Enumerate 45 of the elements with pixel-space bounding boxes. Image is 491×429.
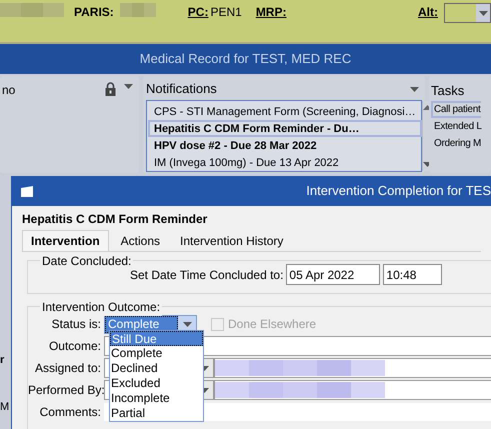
field-label: MRP:	[256, 4, 286, 21]
field-label: Outcome:	[48, 338, 102, 355]
notification-item[interactable]: Hepatitis C CDM Form Reminder - Du…	[148, 120, 422, 137]
task-item[interactable]: Extended L	[431, 118, 483, 135]
time-input[interactable]: 10:48	[383, 264, 442, 285]
tab[interactable]: Actions	[112, 230, 168, 251]
field-label: Status is:	[50, 316, 102, 333]
notification-item[interactable]: IM (Invega 100mg) - Due 13 Apr 2022	[148, 154, 422, 171]
dropdown-option[interactable]: Declined	[110, 361, 203, 376]
dialog-title: Intervention Completion for TES	[306, 182, 491, 200]
checkbox-label: Done Elsewhere	[228, 316, 316, 333]
field-label: PARIS:	[74, 4, 114, 21]
notification-item[interactable]: CPS - STI Management Form (Screening, Diagnosi…	[148, 103, 422, 120]
field-label: PC:	[188, 4, 208, 21]
dropdown-caret-icon	[124, 84, 133, 89]
truncated-text: r	[0, 353, 4, 368]
task-item[interactable]: Call patient	[431, 101, 482, 118]
notification-item[interactable]: HPV dose #2 - Due 28 Mar 2022	[148, 137, 422, 154]
field-label: Comments:	[38, 404, 102, 421]
dialog-heading: Hepatitis C CDM Form Reminder	[22, 211, 208, 228]
dropdown-option[interactable]: Partial	[110, 406, 203, 421]
panel-title: Tasks	[431, 82, 466, 97]
tab[interactable]: Intervention History	[172, 230, 292, 251]
alt-select[interactable]	[444, 3, 491, 23]
dropdown-caret-icon	[410, 86, 419, 92]
field-label: Performed By:	[28, 382, 104, 399]
dropdown-option[interactable]: Complete	[110, 346, 203, 361]
field-label: Alt:	[418, 4, 438, 21]
dropdown-option[interactable]: Incomplete	[110, 391, 203, 406]
field-value: PEN1	[210, 4, 242, 21]
date-input[interactable]: 05 Apr 2022	[286, 264, 380, 285]
window-title: Medical Record for TEST, MED REC	[140, 50, 352, 68]
dropdown-caret-icon	[478, 10, 488, 16]
tab[interactable]: Intervention	[22, 230, 109, 251]
window-icon	[20, 186, 34, 196]
blurred-text	[120, 3, 156, 17]
panel-title: Notifications	[146, 80, 217, 98]
dropdown-option[interactable]: Still Due	[110, 331, 203, 346]
dropdown-caret-icon	[182, 322, 192, 326]
field-label: Assigned to:	[34, 360, 102, 377]
truncated-text: M	[0, 400, 10, 414]
dropdown-option[interactable]: Excluded	[110, 376, 203, 391]
task-item[interactable]: Ordering M	[431, 135, 482, 152]
panel-title: no	[2, 82, 16, 99]
lock-icon	[105, 82, 116, 96]
